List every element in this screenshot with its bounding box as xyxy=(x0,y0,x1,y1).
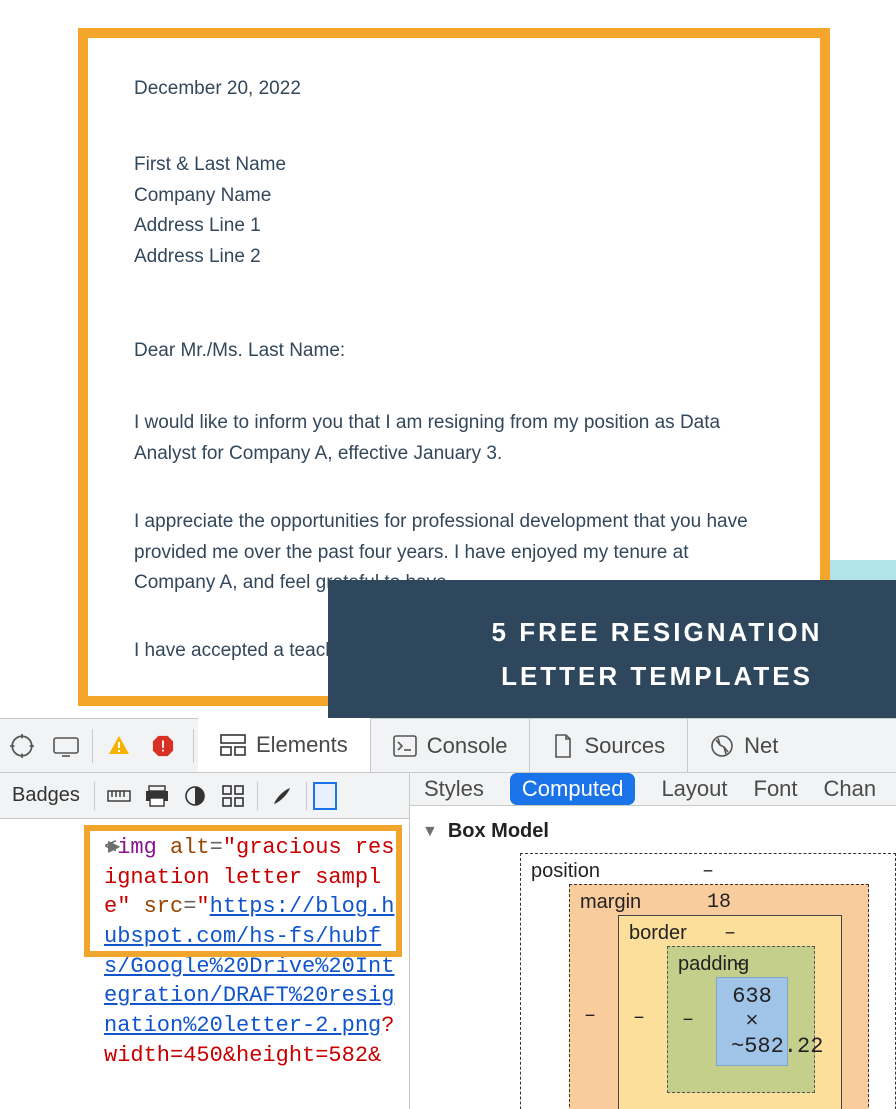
letter-addr-line: First & Last Name xyxy=(134,150,774,180)
tab-font[interactable]: Font xyxy=(754,776,798,802)
code-attr-value: " xyxy=(196,894,209,919)
bm-value: – xyxy=(633,1006,645,1029)
code-tag: img xyxy=(117,835,157,860)
contrast-icon[interactable] xyxy=(177,778,213,814)
console-icon xyxy=(393,735,417,757)
bm-value: – xyxy=(724,922,736,945)
letter-salutation: Dear Mr./Ms. Last Name: xyxy=(134,336,774,366)
section-title: Box Model xyxy=(448,820,549,843)
bm-label: margin xyxy=(580,891,641,914)
letter-date: December 20, 2022 xyxy=(134,74,774,104)
tab-styles[interactable]: Styles xyxy=(424,776,484,802)
tab-layout[interactable]: Layout xyxy=(661,776,727,802)
tab-sources[interactable]: Sources xyxy=(530,719,688,773)
devtools-panel: Elements Console Sources Net Badges xyxy=(0,718,896,1109)
tab-console[interactable]: Console xyxy=(371,719,531,773)
devtools-tabstrip: Elements Console Sources Net xyxy=(0,719,896,773)
tab-label: Net xyxy=(744,733,778,759)
styles-tabstrip: Styles Computed Layout Font Chan xyxy=(410,773,896,806)
error-icon[interactable] xyxy=(141,719,185,773)
sources-icon xyxy=(552,734,574,758)
tab-network[interactable]: Net xyxy=(688,719,800,773)
tab-changes[interactable]: Chan xyxy=(824,776,877,802)
dom-toolbar: Badges xyxy=(0,773,409,819)
box-model-position: position – margin 18 – border – – paddin… xyxy=(520,853,896,1109)
letter-addr-line: Company Name xyxy=(134,181,774,211)
warning-icon[interactable] xyxy=(97,719,141,773)
device-toolbar-icon[interactable] xyxy=(44,719,88,773)
promo-banner-title: 5 FREE RESIGNATION LETTER TEMPLATES xyxy=(448,610,866,698)
layout-toggle-icon[interactable] xyxy=(313,782,337,810)
bm-value: – xyxy=(682,1008,694,1031)
tab-label: Console xyxy=(427,733,508,759)
box-model-header[interactable]: ▼ Box Model xyxy=(410,806,896,853)
box-model-padding: padding – – 638 × ~582.22 xyxy=(667,946,815,1093)
bm-value: – xyxy=(702,860,714,883)
letter-addr-line: Address Line 1 xyxy=(134,211,774,241)
ruler-icon[interactable] xyxy=(101,778,137,814)
bm-value: – xyxy=(735,953,747,976)
print-icon[interactable] xyxy=(139,778,175,814)
styles-panel: Styles Computed Layout Font Chan ▼ Box M… xyxy=(410,773,896,1109)
code-attr-name: src xyxy=(144,894,184,919)
page-content: December 20, 2022 First & Last Name Comp… xyxy=(0,0,896,718)
box-model-diagram[interactable]: position – margin 18 – border – – paddin… xyxy=(520,853,896,1109)
inspect-element-icon[interactable] xyxy=(0,719,44,773)
tab-label: Sources xyxy=(584,733,665,759)
letter-addr-line: Address Line 2 xyxy=(134,242,774,272)
code-attr-name: alt xyxy=(170,835,210,860)
tab-label: Elements xyxy=(256,732,348,758)
tab-computed[interactable]: Computed xyxy=(510,773,636,805)
letter-paragraph: I would like to inform you that I am res… xyxy=(134,408,774,469)
promo-banner[interactable]: 5 FREE RESIGNATION LETTER TEMPLATES xyxy=(328,580,896,728)
badges-button[interactable]: Badges xyxy=(4,778,88,814)
disclosure-triangle-icon[interactable]: ▼ xyxy=(422,823,438,841)
expand-triangle-icon[interactable]: ▶ xyxy=(108,837,120,859)
box-model-border: border – – padding – – 638 × ~582.22 xyxy=(618,915,842,1109)
bm-value: – xyxy=(584,1004,596,1027)
elements-icon xyxy=(220,734,246,756)
tab-elements[interactable]: Elements xyxy=(198,718,371,772)
bm-label: position xyxy=(531,860,600,883)
box-model-content: 638 × ~582.22 xyxy=(716,977,788,1066)
dom-tree-code[interactable]: ▶ <img alt="gracious resignation letter … xyxy=(0,819,409,1079)
letter-address-block: First & Last Name Company Name Address L… xyxy=(134,150,774,272)
bm-value: 18 xyxy=(707,891,731,914)
brush-icon[interactable] xyxy=(264,778,300,814)
grid-icon[interactable] xyxy=(215,778,251,814)
bm-label: border xyxy=(629,922,687,945)
box-model-margin: margin 18 – border – – padding – – 638 xyxy=(569,884,869,1109)
network-icon xyxy=(710,734,734,758)
dom-tree-panel: Badges xyxy=(0,773,410,1109)
